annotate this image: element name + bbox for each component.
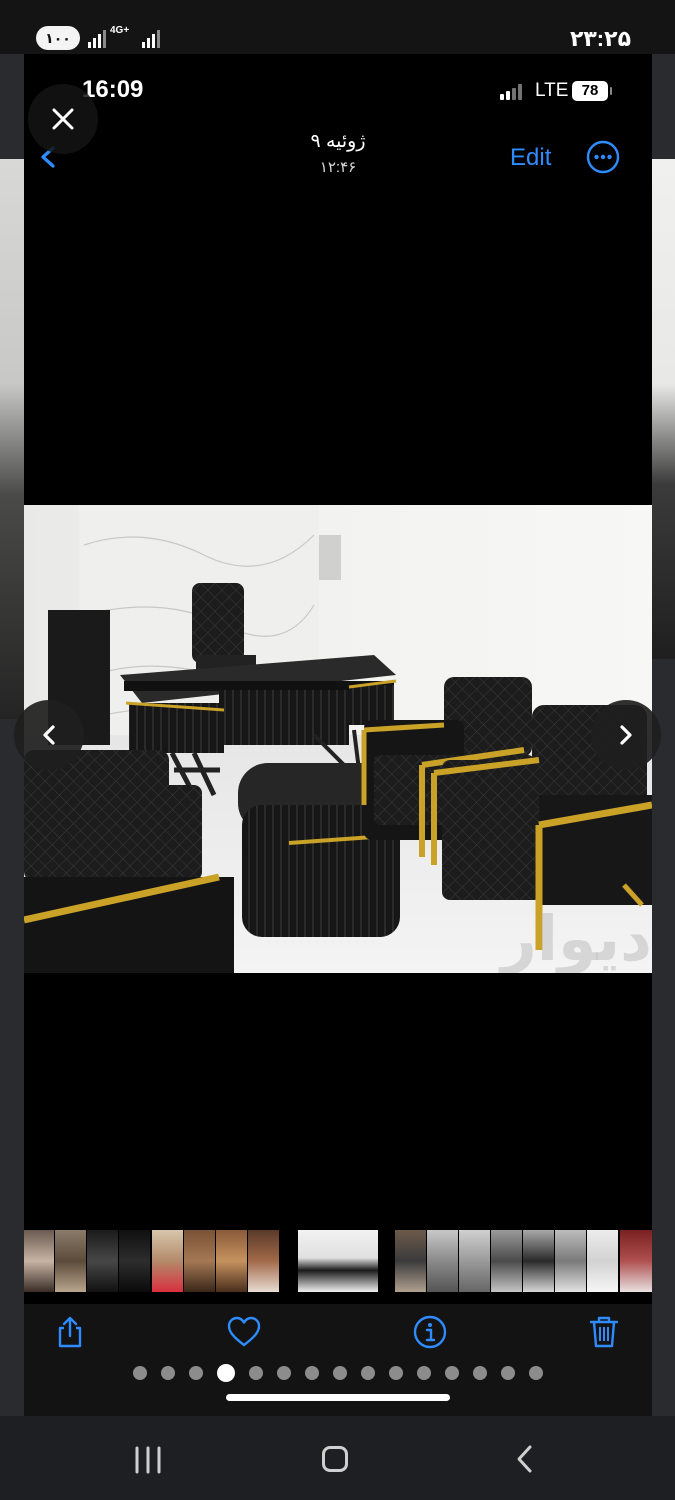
ios-status-bar: 16:09 LTE 78 — [24, 54, 652, 124]
thumbnail — [587, 1230, 618, 1292]
thumbnail — [24, 1230, 54, 1292]
close-icon — [52, 108, 74, 130]
thumbnail — [459, 1230, 490, 1292]
previous-image-button[interactable] — [14, 700, 84, 770]
page-dot — [249, 1366, 263, 1380]
home-button[interactable] — [322, 1446, 348, 1472]
page-dot-active — [217, 1364, 235, 1382]
signal-icon — [88, 30, 106, 48]
thumbnail — [55, 1230, 86, 1292]
listing-image: 16:09 LTE 78 ۹ ژوئیه ۱۲:۴۶ Edit دیوار — [24, 54, 652, 1416]
signal-icon-2 — [142, 30, 160, 48]
page-dot — [473, 1366, 487, 1380]
close-button[interactable] — [28, 84, 98, 154]
thumbnail — [427, 1230, 458, 1292]
chevron-left-icon — [43, 725, 55, 745]
photo-nav-header: ۹ ژوئیه ۱۲:۴۶ Edit — [24, 124, 652, 190]
office-furniture-photo: دیوار — [24, 505, 652, 973]
info-icon — [413, 1315, 447, 1349]
page-dot — [417, 1366, 431, 1380]
more-icon — [586, 140, 620, 174]
thumbnail — [184, 1230, 215, 1292]
page-dot — [161, 1366, 175, 1380]
page-dot — [277, 1366, 291, 1380]
thumbnail-current — [296, 1228, 380, 1294]
android-clock: ۲۳:۲۵ — [569, 26, 631, 51]
trash-icon — [589, 1316, 619, 1348]
page-dot — [501, 1366, 515, 1380]
page-dot — [445, 1366, 459, 1380]
watermark-logo: دیوار — [498, 902, 652, 973]
back-button[interactable] — [512, 1444, 538, 1474]
recents-button[interactable] — [133, 1446, 163, 1474]
network-type: 4G+ — [110, 25, 130, 36]
page-dot — [333, 1366, 347, 1380]
thumbnail — [119, 1230, 150, 1292]
cellular-icon — [500, 84, 522, 100]
page-dot — [361, 1366, 375, 1380]
edit-button: Edit — [510, 144, 552, 171]
thumbnail — [620, 1230, 652, 1292]
page: ۱۰۰ 4G+ ۲۳:۲۵ 16:09 LTE 78 ۹ ژوئیه ۱۲:۴۶ — [0, 0, 675, 1500]
android-nav-bar — [0, 1416, 675, 1500]
photo-date: ۹ ژوئیه — [310, 131, 366, 152]
page-indicator — [24, 1364, 652, 1382]
android-status-bar: ۱۰۰ 4G+ ۲۳:۲۵ — [0, 0, 675, 54]
thumbnail — [87, 1230, 118, 1292]
thumbnail — [523, 1230, 554, 1292]
thumbnail — [152, 1230, 183, 1292]
carrier-label: LTE — [535, 80, 569, 101]
thumbnail — [248, 1230, 279, 1292]
page-dot — [305, 1366, 319, 1380]
thumbnail — [216, 1230, 247, 1292]
page-dot — [189, 1366, 203, 1380]
thumbnail — [555, 1230, 586, 1292]
photo-toolbar — [24, 1304, 652, 1416]
ios-home-indicator — [226, 1394, 450, 1401]
thumbnail-strip — [24, 1228, 652, 1294]
thumbnail — [395, 1230, 426, 1292]
page-dot — [133, 1366, 147, 1380]
photo-time: ۱۲:۴۶ — [319, 159, 357, 176]
page-dot — [389, 1366, 403, 1380]
page-dot — [529, 1366, 543, 1380]
ios-battery: 78 — [572, 81, 612, 101]
heart-icon — [227, 1316, 261, 1347]
next-image-button[interactable] — [591, 700, 661, 770]
share-icon — [58, 1316, 82, 1348]
chevron-right-icon — [620, 725, 632, 745]
battery-indicator: ۱۰۰ — [36, 26, 80, 50]
thumbnail — [491, 1230, 522, 1292]
